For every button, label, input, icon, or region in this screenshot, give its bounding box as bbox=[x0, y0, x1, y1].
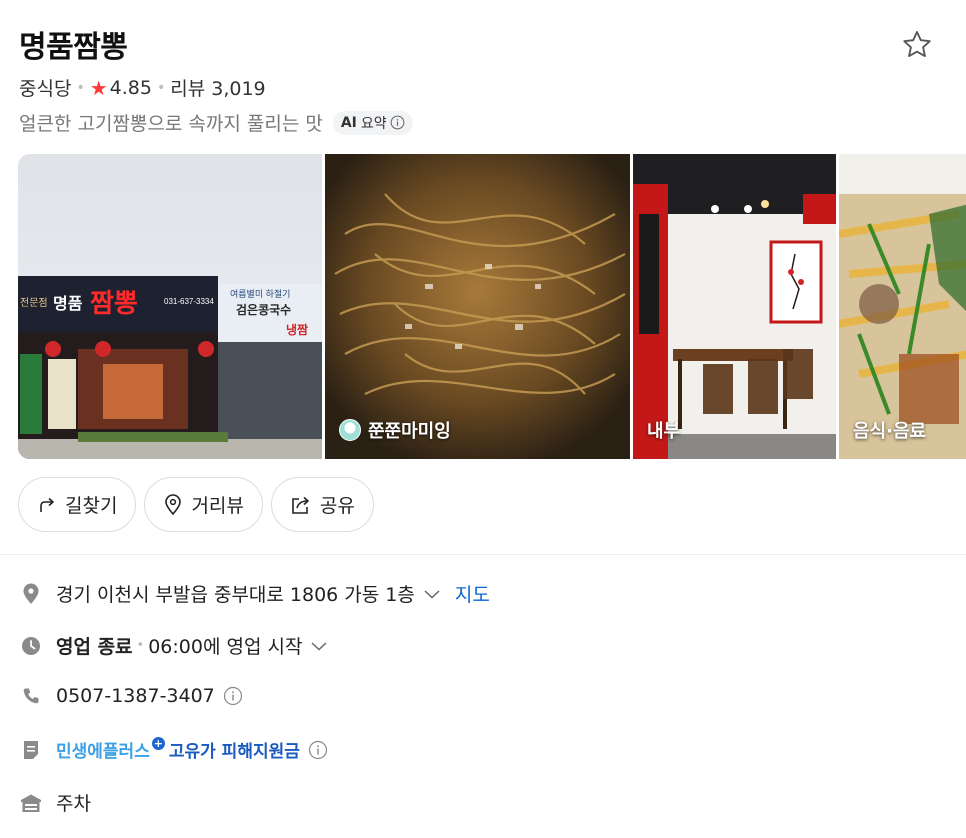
separator-dot: • bbox=[156, 79, 166, 96]
category-label: 중식당 bbox=[19, 78, 72, 100]
rating-value: 4.85 bbox=[109, 76, 152, 99]
photo-noodles[interactable]: 쭌쭌마미잉 bbox=[325, 154, 630, 459]
parking-row: 주차 bbox=[20, 789, 91, 816]
promo-title[interactable]: 민생에플러스 bbox=[56, 737, 150, 762]
user-avatar bbox=[339, 419, 361, 441]
sign-brand: 명품 bbox=[53, 295, 83, 313]
banner-mid: 검은콩국수 bbox=[236, 302, 291, 317]
promo-subtitle[interactable]: 고유가 피해지원금 bbox=[169, 737, 300, 762]
chevron-down-icon[interactable] bbox=[310, 640, 328, 652]
location-pin-icon bbox=[20, 583, 42, 605]
share-label: 공유 bbox=[319, 495, 355, 517]
place-title: 명품짬뽕 bbox=[19, 30, 128, 65]
caption-text: 내부 bbox=[647, 421, 681, 442]
storefront-image: 전문점 명품 짬뽕 031-637-3334 여름별미 하절기 검은콩국수 냉짬 bbox=[18, 154, 322, 459]
action-buttons: 길찾기 거리뷰 공유 bbox=[18, 477, 374, 532]
photo-caption-noodles: 쭌쭌마미잉 bbox=[339, 417, 451, 443]
phone-icon bbox=[20, 685, 42, 707]
review-count-link[interactable]: 리뷰 3,019 bbox=[170, 74, 265, 101]
directions-icon bbox=[40, 497, 54, 512]
place-panel: 명품짬뽕 중식당 • ★ 4.85 • 리뷰 3,019 얼큰한 고기짬뽕으로 … bbox=[0, 0, 966, 838]
star-outline-icon bbox=[903, 31, 931, 57]
sign-phone: 031-637-3334 bbox=[164, 297, 214, 306]
caption-text: 음식·음료 bbox=[853, 421, 927, 442]
place-meta: 중식당 • ★ 4.85 • 리뷰 3,019 bbox=[19, 74, 266, 101]
ai-badge-text: 요약 bbox=[360, 115, 387, 132]
street-view-label: 거리뷰 bbox=[191, 495, 244, 517]
caption-text: 쭌쭌마미잉 bbox=[368, 421, 451, 442]
chevron-down-icon[interactable] bbox=[423, 588, 441, 600]
photo-interior[interactable]: 내부 bbox=[633, 154, 836, 459]
sign-brand-red: 짬뽕 bbox=[90, 289, 138, 318]
share-button[interactable]: 공유 bbox=[270, 477, 374, 532]
photo-caption-food: 음식·음료 bbox=[853, 417, 926, 443]
ai-summary-badge[interactable]: AI 요약 bbox=[332, 110, 413, 135]
photo-food[interactable]: 음식·음료 bbox=[839, 154, 966, 459]
directions-label: 길찾기 bbox=[65, 495, 118, 517]
noodles-image bbox=[325, 154, 630, 459]
summary-text: 얼큰한 고기짬뽕으로 속까지 풀리는 맛 bbox=[19, 113, 323, 135]
banner-top: 여름별미 하절기 bbox=[230, 288, 290, 299]
photo-storefront[interactable]: 전문점 명품 짬뽕 031-637-3334 여름별미 하절기 검은콩국수 냉짬 bbox=[18, 154, 322, 459]
address-row: 경기 이천시 부발읍 중부대로 1806 가동 1층 지도 bbox=[20, 580, 490, 607]
location-pin-icon bbox=[165, 493, 182, 515]
sign-prefix: 전문점 bbox=[20, 297, 48, 309]
section-divider bbox=[0, 554, 966, 555]
separator-dot: • bbox=[136, 638, 145, 653]
document-icon bbox=[20, 739, 42, 761]
phone-number[interactable]: 0507-1387-3407 bbox=[56, 685, 215, 707]
banner-bot: 냉짬 bbox=[286, 322, 308, 337]
hours-next[interactable]: 06:00에 영업 시작 bbox=[148, 632, 302, 659]
ai-summary: 얼큰한 고기짬뽕으로 속까지 풀리는 맛 AI 요약 bbox=[19, 109, 413, 136]
separator-dot: • bbox=[76, 79, 85, 96]
directions-button[interactable]: 길찾기 bbox=[18, 477, 137, 532]
parking-text: 주차 bbox=[56, 793, 91, 815]
street-view-button[interactable]: 거리뷰 bbox=[144, 477, 263, 532]
photo-strip[interactable]: 전문점 명품 짬뽕 031-637-3334 여름별미 하절기 검은콩국수 냉짬 bbox=[18, 154, 966, 459]
ai-badge-label: AI bbox=[340, 114, 357, 131]
clock-icon bbox=[20, 635, 42, 657]
food-image bbox=[839, 154, 966, 459]
favorite-star-button[interactable] bbox=[898, 26, 936, 64]
phone-row: 0507-1387-3407 bbox=[20, 685, 243, 707]
info-icon[interactable] bbox=[223, 686, 243, 706]
interior-image bbox=[633, 154, 836, 459]
plus-icon: + bbox=[151, 737, 165, 750]
hours-status: 영업 종료 bbox=[56, 636, 133, 658]
map-link[interactable]: 지도 bbox=[455, 580, 490, 607]
promo-row: 민생에플러스 + 고유가 피해지원금 bbox=[20, 737, 328, 762]
hours-row: 영업 종료 • 06:00에 영업 시작 bbox=[20, 632, 328, 659]
address-text[interactable]: 경기 이천시 부발읍 중부대로 1806 가동 1층 bbox=[56, 580, 415, 607]
share-icon bbox=[292, 496, 309, 514]
info-icon bbox=[390, 115, 405, 130]
rating-star-icon: ★ bbox=[89, 75, 108, 100]
parking-garage-icon bbox=[20, 792, 42, 814]
photo-caption-interior: 내부 bbox=[647, 417, 680, 443]
info-icon[interactable] bbox=[308, 740, 328, 760]
